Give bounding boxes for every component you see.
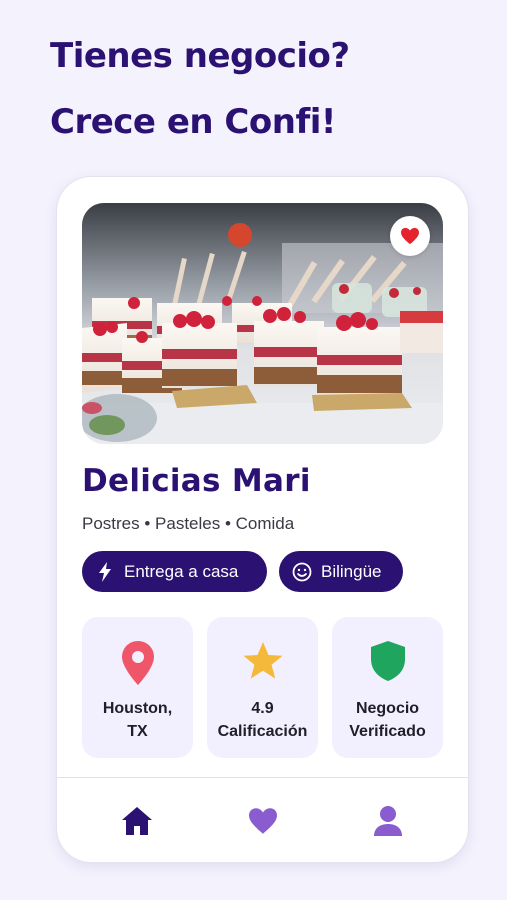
tag-bilingual[interactable]: Bilingüe — [279, 551, 403, 592]
stat-line-1: Negocio — [355, 700, 420, 717]
location-pin-icon — [82, 641, 193, 685]
cake-photo-illustration — [82, 203, 443, 444]
heart-icon — [401, 227, 419, 245]
stat-verified: Negocio Verificado — [332, 617, 443, 758]
tag-home-delivery[interactable]: Entrega a casa — [82, 551, 267, 592]
stat-location: Houston, TX — [82, 617, 193, 758]
favorite-button[interactable] — [390, 216, 430, 256]
lightning-icon — [94, 561, 116, 583]
shield-icon — [332, 641, 443, 685]
stat-rating: 4.9 Calificación — [207, 617, 318, 758]
bottom-navigation — [57, 777, 468, 862]
user-icon — [374, 806, 402, 836]
tag-label: Entrega a casa — [124, 561, 239, 581]
stat-line-2: TX — [127, 723, 148, 740]
nav-home-button[interactable] — [119, 804, 155, 838]
stat-line-2: Verificado — [349, 723, 426, 740]
headline-line-1: Tienes negocio? — [50, 36, 350, 76]
stat-line-1: Houston, — [102, 700, 173, 717]
business-photo — [82, 203, 443, 444]
headline-line-2: Crece en Confi! — [50, 102, 336, 142]
business-name: Delicias Mari — [82, 463, 311, 499]
smile-icon — [291, 561, 313, 583]
stat-line-1: 4.9 — [251, 700, 274, 717]
star-icon — [207, 641, 318, 685]
heart-icon — [249, 808, 277, 834]
home-icon — [122, 807, 152, 835]
tag-label: Bilingüe — [321, 561, 382, 581]
stat-line-2: Calificación — [217, 723, 308, 740]
phone-mockup: Delicias Mari Postres • Pasteles • Comid… — [57, 177, 468, 862]
nav-favorites-button[interactable] — [245, 804, 281, 838]
nav-profile-button[interactable] — [370, 804, 406, 838]
business-categories: Postres • Pasteles • Comida — [82, 514, 295, 533]
